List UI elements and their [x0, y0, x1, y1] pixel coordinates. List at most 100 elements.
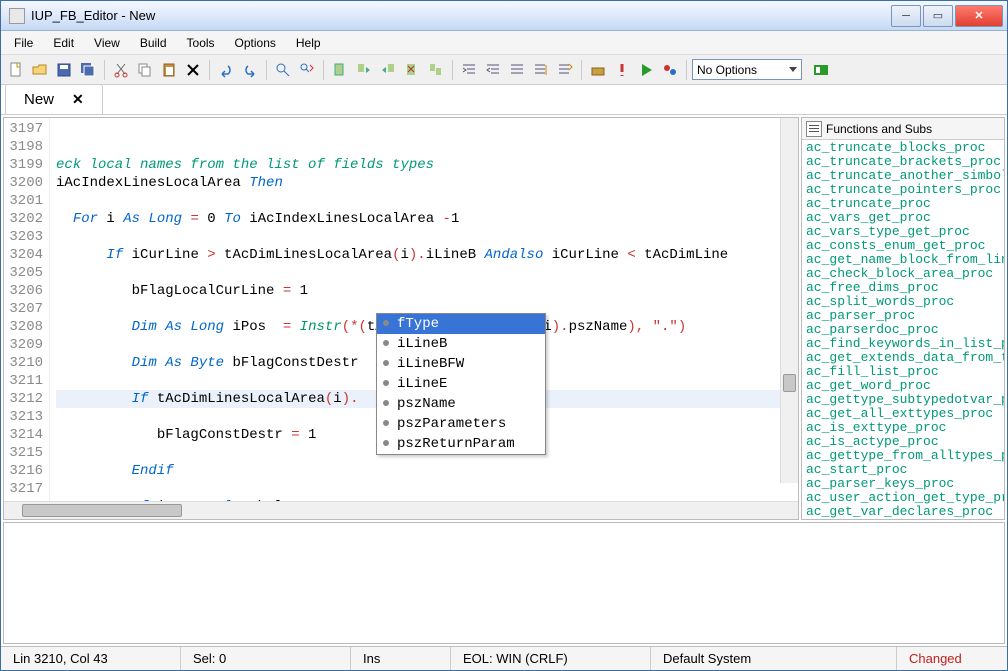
toggle-panel-icon[interactable]	[810, 59, 832, 81]
autocomplete-popup[interactable]: fTypeiLineBiLineBFWiLineEpszNamepszParam…	[376, 313, 546, 455]
function-list-item[interactable]: ac_truncate_pointers_proc	[802, 183, 1004, 197]
function-list-item[interactable]: ac_user_action_get_type_proc	[802, 491, 1004, 505]
function-list-item[interactable]: ac_is_actype_proc	[802, 435, 1004, 449]
code-line[interactable]: iAcIndexLinesLocalArea Then	[56, 174, 798, 192]
scrollbar-thumb[interactable]	[783, 374, 796, 392]
autocomplete-item[interactable]: fType	[377, 314, 545, 334]
paste-icon[interactable]	[158, 59, 180, 81]
function-list-item[interactable]: ac_truncate_another_simbols_	[802, 169, 1004, 183]
options-dropdown[interactable]: No Options	[692, 59, 802, 80]
function-list-item[interactable]: ac_parserdoc_proc	[802, 323, 1004, 337]
code-line[interactable]	[56, 480, 798, 498]
indent-icon[interactable]	[458, 59, 480, 81]
tab-new[interactable]: New ✕	[5, 84, 103, 114]
function-list-item[interactable]: ac_truncate_blocks_proc	[802, 141, 1004, 155]
editor-pane: 3197319831993200320132023203320432053206…	[3, 117, 799, 520]
output-pane[interactable]	[3, 522, 1005, 644]
function-list-item[interactable]: ac_gettype_subtypedotvar_pro	[802, 393, 1004, 407]
function-list-item[interactable]: ac_fill_list_proc	[802, 365, 1004, 379]
save-icon[interactable]	[53, 59, 75, 81]
options-dropdown-label: No Options	[697, 63, 757, 77]
function-list-item[interactable]: ac_gettype_from_alltypes_pro	[802, 449, 1004, 463]
code-canvas[interactable]: eck local names from the list of fields …	[50, 118, 798, 501]
function-list-item[interactable]: ac_truncate_proc	[802, 197, 1004, 211]
function-list-item[interactable]: ac_parser_proc	[802, 309, 1004, 323]
menu-options[interactable]: Options	[226, 33, 285, 53]
bookmark-list-icon[interactable]	[425, 59, 447, 81]
function-list-item[interactable]: ac_start_proc	[802, 463, 1004, 477]
code-area[interactable]: 3197319831993200320132023203320432053206…	[4, 118, 798, 501]
code-line[interactable]: If iCurLine > tAcDimLinesLocalArea(i).iL…	[56, 246, 798, 264]
code-line[interactable]: Endif	[56, 462, 798, 480]
unindent-icon[interactable]	[482, 59, 504, 81]
menu-file[interactable]: File	[5, 33, 42, 53]
errors-icon[interactable]	[611, 59, 633, 81]
menu-edit[interactable]: Edit	[44, 33, 83, 53]
format-icon[interactable]	[506, 59, 528, 81]
side-pane-header: Functions and Subs	[802, 118, 1004, 140]
tab-close-icon[interactable]: ✕	[72, 91, 84, 108]
function-list-item[interactable]: ac_get_var_declares_proc	[802, 505, 1004, 519]
function-list-item[interactable]: ac_is_exttype_proc	[802, 421, 1004, 435]
build-icon[interactable]	[587, 59, 609, 81]
separator	[266, 60, 267, 80]
save-all-icon[interactable]	[77, 59, 99, 81]
undo-icon[interactable]	[215, 59, 237, 81]
copy-icon[interactable]	[134, 59, 156, 81]
function-list-item[interactable]: ac_free_dims_proc	[802, 281, 1004, 295]
autocomplete-item[interactable]: pszName	[377, 394, 545, 414]
function-list-item[interactable]: ac_get_all_exttypes_proc	[802, 407, 1004, 421]
autocomplete-item[interactable]: pszReturnParam	[377, 434, 545, 454]
menu-build[interactable]: Build	[131, 33, 176, 53]
functions-list[interactable]: ac_truncate_blocks_procac_truncate_brack…	[802, 140, 1004, 519]
debug-icon[interactable]	[659, 59, 681, 81]
autocomplete-item[interactable]: pszParameters	[377, 414, 545, 434]
horizontal-scrollbar[interactable]	[4, 501, 798, 519]
code-line[interactable]	[56, 228, 798, 246]
function-list-item[interactable]: ac_split_words_proc	[802, 295, 1004, 309]
function-list-item[interactable]: ac_vars_get_proc	[802, 211, 1004, 225]
function-list-item[interactable]: ac_parser_keys_proc	[802, 477, 1004, 491]
comment-icon[interactable]	[530, 59, 552, 81]
open-file-icon[interactable]	[29, 59, 51, 81]
run-icon[interactable]	[635, 59, 657, 81]
function-list-item[interactable]: ac_vars_type_get_proc	[802, 225, 1004, 239]
code-line[interactable]: bFlagLocalCurLine = 1	[56, 282, 798, 300]
bookmark-prev-icon[interactable]	[377, 59, 399, 81]
code-line[interactable]: eck local names from the list of fields …	[56, 156, 798, 174]
autocomplete-item[interactable]: iLineE	[377, 374, 545, 394]
bookmark-next-icon[interactable]	[353, 59, 375, 81]
code-line[interactable]	[56, 192, 798, 210]
code-line[interactable]: For i As Long = 0 To iAcIndexLinesLocalA…	[56, 210, 798, 228]
autocomplete-item[interactable]: iLineBFW	[377, 354, 545, 374]
function-list-item[interactable]: ac_get_name_block_from_line_p	[802, 253, 1004, 267]
close-button[interactable]: ✕	[955, 5, 1003, 27]
status-selection: Sel: 0	[181, 647, 351, 670]
cut-icon[interactable]	[110, 59, 132, 81]
uncomment-icon[interactable]	[554, 59, 576, 81]
delete-icon[interactable]	[182, 59, 204, 81]
app-window: IUP_FB_Editor - New ─ ▭ ✕ FileEditViewBu…	[0, 0, 1008, 671]
code-line[interactable]	[56, 264, 798, 282]
find-icon[interactable]	[272, 59, 294, 81]
minimize-button[interactable]: ─	[891, 5, 921, 27]
main-area: 3197319831993200320132023203320432053206…	[1, 115, 1007, 522]
function-list-item[interactable]: ac_consts_enum_get_proc	[802, 239, 1004, 253]
menu-tools[interactable]: Tools	[178, 33, 224, 53]
redo-icon[interactable]	[239, 59, 261, 81]
autocomplete-item[interactable]: iLineB	[377, 334, 545, 354]
menu-help[interactable]: Help	[287, 33, 330, 53]
new-file-icon[interactable]	[5, 59, 27, 81]
function-list-item[interactable]: ac_check_block_area_proc	[802, 267, 1004, 281]
function-list-item[interactable]: ac_get_extends_data_from_typ	[802, 351, 1004, 365]
function-list-item[interactable]: ac_get_word_proc	[802, 379, 1004, 393]
function-list-item[interactable]: ac_find_keywords_in_list_pro	[802, 337, 1004, 351]
function-list-item[interactable]: ac_truncate_brackets_proc	[802, 155, 1004, 169]
menu-view[interactable]: View	[85, 33, 129, 53]
vertical-scrollbar[interactable]	[780, 118, 798, 483]
find-next-icon[interactable]	[296, 59, 318, 81]
bookmark-toggle-icon[interactable]	[329, 59, 351, 81]
bookmark-clear-icon[interactable]	[401, 59, 423, 81]
maximize-button[interactable]: ▭	[923, 5, 953, 27]
scrollbar-thumb[interactable]	[22, 504, 182, 517]
